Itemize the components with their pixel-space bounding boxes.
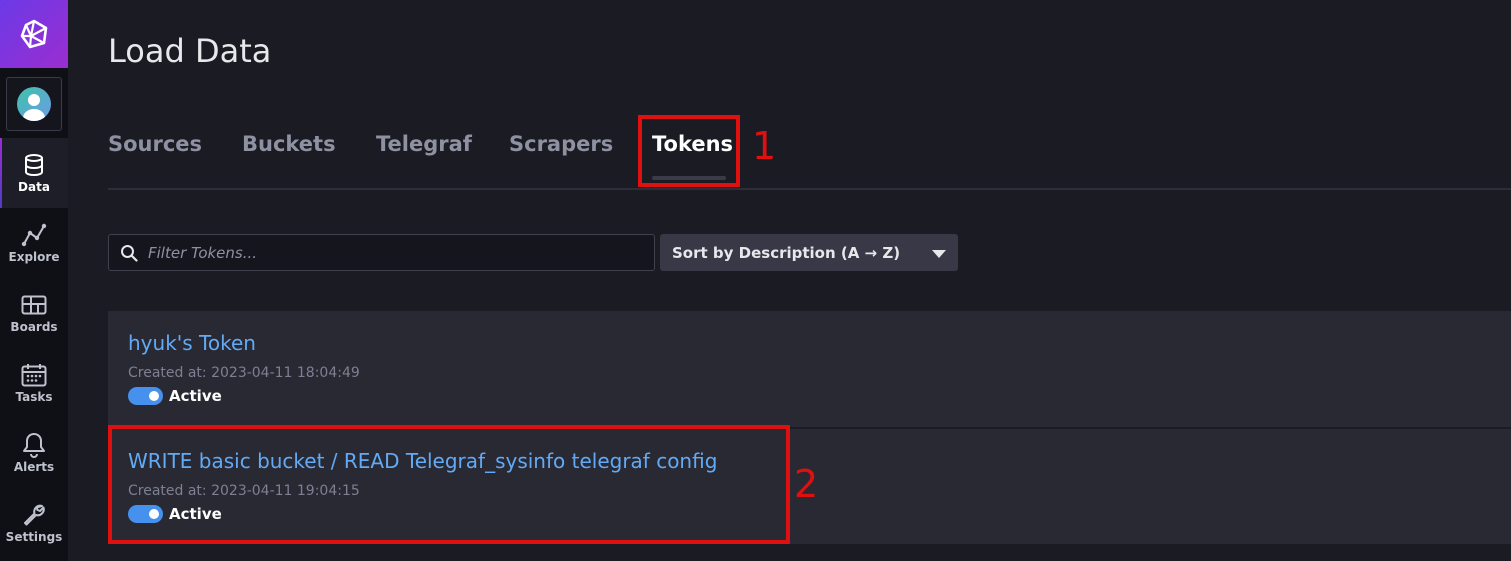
tab-telegraf[interactable]: Telegraf	[376, 132, 472, 156]
database-icon	[24, 152, 44, 178]
sidebar-item-tasks[interactable]: Tasks	[0, 348, 68, 418]
sort-dropdown-label: Sort by Description (A → Z)	[672, 243, 901, 262]
influxdb-logo[interactable]	[0, 0, 68, 68]
sidebar: Data Explore Boards Tasks Alerts Setting…	[0, 0, 68, 561]
sidebar-item-label: Tasks	[15, 390, 53, 404]
annotation-number: 2	[794, 462, 819, 506]
logo-icon	[20, 19, 48, 49]
tab-scrapers[interactable]: Scrapers	[509, 132, 613, 156]
sidebar-item-label: Data	[18, 180, 50, 194]
bell-icon	[22, 432, 46, 458]
token-title-link[interactable]: hyuk's Token	[128, 331, 256, 355]
sidebar-item-label: Settings	[5, 530, 63, 544]
sidebar-item-data[interactable]: Data	[0, 138, 68, 208]
token-active-toggle[interactable]	[128, 387, 163, 405]
annotation-box-tokens-tab	[638, 115, 740, 187]
caret-down-icon	[932, 244, 946, 262]
avatar	[17, 87, 51, 121]
user-icon	[23, 94, 45, 121]
sidebar-item-label: Alerts	[13, 460, 55, 474]
tab-bar: Sources Buckets Telegraf Scrapers Tokens	[108, 118, 1511, 190]
sidebar-item-settings[interactable]: Settings	[0, 488, 68, 558]
sidebar-item-boards[interactable]: Boards	[0, 278, 68, 348]
tab-buckets[interactable]: Buckets	[242, 132, 336, 156]
graph-icon	[21, 222, 47, 248]
wrench-icon	[22, 502, 46, 528]
token-created-at: Created at: 2023-04-11 18:04:49	[128, 365, 360, 381]
token-status: Active	[128, 387, 222, 405]
annotation-number: 1	[752, 124, 777, 168]
sidebar-item-explore[interactable]: Explore	[0, 208, 68, 278]
token-status-label: Active	[169, 387, 222, 405]
page-title: Load Data	[108, 32, 272, 70]
calendar-icon	[21, 362, 47, 388]
filter-tokens-input[interactable]	[146, 242, 654, 263]
sidebar-item-label: Boards	[10, 320, 58, 334]
sort-dropdown[interactable]: Sort by Description (A → Z)	[660, 234, 958, 271]
user-avatar-button[interactable]	[6, 77, 62, 131]
dashboard-icon	[21, 292, 47, 318]
tab-sources[interactable]: Sources	[108, 132, 202, 156]
sidebar-item-label: Explore	[8, 250, 60, 264]
filter-tokens-field[interactable]	[108, 234, 655, 271]
token-card: hyuk's Token Created at: 2023-04-11 18:0…	[108, 311, 1511, 427]
search-icon	[120, 244, 138, 262]
annotation-box-token-card	[108, 425, 790, 544]
sidebar-item-alerts[interactable]: Alerts	[0, 418, 68, 488]
